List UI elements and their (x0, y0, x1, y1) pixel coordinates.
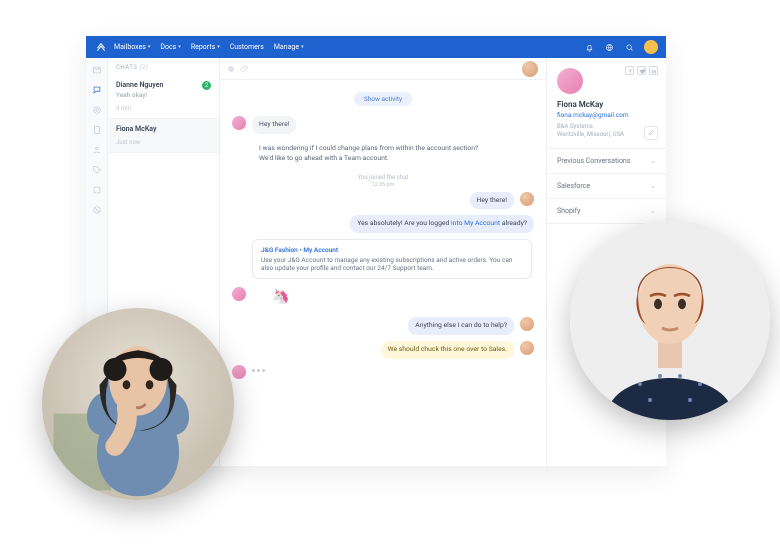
nav-mailboxes[interactable]: Mailboxes▾ (114, 43, 150, 51)
agent-avatar (520, 192, 534, 206)
conv-name: Dianne Nguyen (116, 81, 211, 89)
customer-avatar (232, 116, 246, 130)
nav-manage[interactable]: Manage▾ (274, 43, 304, 51)
rail-inbox-icon[interactable] (91, 64, 103, 76)
show-activity-button[interactable]: Show activity (354, 92, 412, 106)
linkedin-icon[interactable] (649, 66, 658, 75)
conversation-item[interactable]: Dianne Nguyen Yeah okay! 3 min 2 (108, 75, 219, 119)
chevron-down-icon: ▾ (178, 44, 181, 50)
chevron-down-icon: ⌄ (650, 182, 656, 190)
card-title: J&G Fashion • My Account (261, 246, 523, 254)
rail-chat-icon[interactable] (91, 84, 103, 96)
nav-label: Reports (191, 43, 215, 51)
conversation-item[interactable]: Fiona McKay Just now (108, 119, 219, 153)
conv-time: Just now (116, 139, 211, 146)
rail-assigned-icon[interactable] (91, 144, 103, 156)
nav-docs[interactable]: Docs▾ (160, 43, 180, 51)
globe-icon[interactable] (602, 40, 616, 54)
status-dot (228, 66, 234, 72)
rail-mentions-icon[interactable] (91, 104, 103, 116)
link-preview-card[interactable]: J&G Fashion • My Account Use your J&G Ac… (252, 239, 532, 279)
customer-profile: Fiona McKay fiona.mckay@gmail.com B&A Sy… (547, 58, 666, 149)
customer-avatar (232, 365, 246, 379)
unicorn-emoji: 🦄 (272, 289, 289, 305)
chevron-down-icon: ⌄ (650, 157, 656, 165)
customer-meta: B&A SystemsWentzville, Missouri, USA (557, 123, 656, 140)
msg-outgoing: Anything else I can do to help? (408, 317, 514, 335)
chat-panel: Show activity Hey there! I was wondering… (220, 58, 546, 466)
agent-avatar (520, 341, 534, 355)
msg-incoming: I was wondering if I could change plans … (252, 140, 485, 168)
chevron-down-icon: ⌄ (650, 207, 656, 215)
search-icon[interactable] (622, 40, 636, 54)
accordion-shopify[interactable]: Shopify⌄ (547, 199, 666, 224)
agent-avatar (520, 317, 534, 331)
social-links (625, 66, 658, 75)
card-body: Use your J&G Account to manage any exist… (261, 256, 523, 272)
system-event: You joined the chat12:26 pm (232, 174, 534, 188)
customer-name: Fiona McKay (557, 100, 656, 109)
chevron-down-icon: ▾ (301, 44, 304, 50)
notifications-icon[interactable] (582, 40, 596, 54)
nav-reports[interactable]: Reports▾ (191, 43, 220, 51)
internal-note: We should chuck this one over to Sales. (381, 341, 514, 359)
nav-customers[interactable]: Customers (230, 43, 264, 51)
nav-label: Manage (274, 43, 299, 51)
nav-label: Customers (230, 43, 264, 51)
edit-profile-button[interactable] (644, 126, 658, 140)
conv-preview: Yeah okay! (116, 91, 211, 99)
current-user-avatar[interactable] (644, 40, 658, 54)
typing-indicator (252, 365, 265, 372)
unread-badge: 2 (202, 81, 211, 90)
msg-incoming: Hey there! (252, 116, 296, 134)
accordion-previous-conversations[interactable]: Previous Conversations⌄ (547, 149, 666, 174)
top-nav: Mailboxes▾ Docs▾ Reports▾ Customers Mana… (86, 36, 666, 58)
rail-drafts-icon[interactable] (91, 124, 103, 136)
nav-label: Docs (160, 43, 176, 51)
conv-name: Fiona McKay (116, 125, 211, 133)
msg-outgoing: Hey there! (470, 192, 514, 210)
accordion-salesforce[interactable]: Salesforce⌄ (547, 174, 666, 199)
chevron-down-icon: ▾ (217, 44, 220, 50)
rail-spam-icon[interactable] (91, 204, 103, 216)
attachment-icon[interactable] (240, 64, 250, 74)
rail-closed-icon[interactable] (91, 184, 103, 196)
chat-toolbar (220, 58, 546, 80)
facebook-icon[interactable] (625, 66, 634, 75)
chat-transcript: Show activity Hey there! I was wondering… (220, 80, 546, 466)
customer-email[interactable]: fiona.mckay@gmail.com (557, 111, 656, 119)
caller-portrait-left (42, 308, 234, 500)
assigned-agent-avatar[interactable] (522, 61, 538, 77)
chevron-down-icon: ▾ (148, 44, 151, 50)
rail-tags-icon[interactable] (91, 164, 103, 176)
msg-outgoing: Yes absolutely! Are you logged into My A… (350, 215, 534, 233)
twitter-icon[interactable] (637, 66, 646, 75)
brand-logo[interactable] (94, 40, 108, 54)
caller-portrait-right (570, 220, 770, 420)
conv-time: 3 min (116, 105, 211, 112)
timestamp: 12:26 pm (232, 182, 534, 188)
inline-link[interactable]: into My Account (451, 219, 500, 227)
nav-label: Mailboxes (114, 43, 146, 51)
customer-avatar-large (557, 68, 583, 94)
customer-avatar (232, 287, 246, 301)
convlist-header: CHATS (2) (108, 58, 219, 75)
